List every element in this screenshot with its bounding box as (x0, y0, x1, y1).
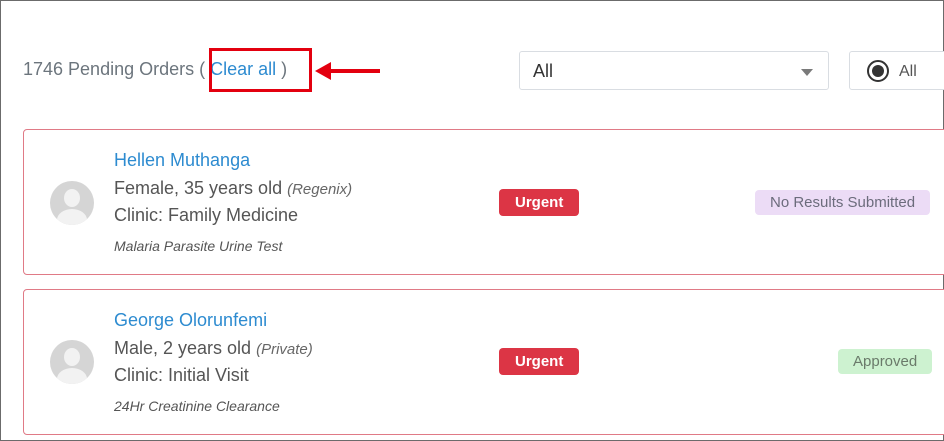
patient-demographics: Male, 2 years old (Private) (114, 338, 313, 359)
status-badge: Approved (838, 349, 933, 374)
priority-badge: Urgent (499, 348, 580, 375)
patient-demographics: Female, 35 years old (Regenix) (114, 178, 352, 199)
test-name: Malaria Parasite Urine Test (114, 238, 283, 254)
avatar (50, 340, 94, 384)
demographics-text: Female, 35 years old (114, 178, 283, 198)
status-badge: No Results Submitted (755, 190, 931, 215)
demographics-text: Male, 2 years old (114, 338, 252, 358)
pointer-arrow-icon (315, 62, 380, 80)
order-card[interactable]: Hellen Muthanga Female, 35 years old (Re… (23, 129, 944, 275)
pending-orders-count: 1746 Pending Orders ( (23, 59, 206, 79)
clinic-text: Clinic: Family Medicine (114, 205, 299, 225)
patient-name-link[interactable]: Hellen Muthanga (114, 150, 250, 171)
clinic-text: Clinic: Initial Visit (114, 365, 249, 385)
avatar-body-icon (57, 209, 87, 225)
chevron-down-icon (801, 69, 813, 76)
priority-filter-radio[interactable]: All (849, 51, 944, 90)
radio-label: All (899, 63, 917, 80)
avatar-head-icon (64, 348, 80, 366)
status-filter-select[interactable]: All (519, 51, 829, 90)
radio-selected-icon[interactable] (867, 60, 889, 82)
order-card[interactable]: George Olorunfemi Male, 2 years old (Pri… (23, 289, 944, 435)
status-filter-value: All (533, 61, 554, 81)
clear-all-highlight-box (209, 48, 312, 92)
avatar-body-icon (57, 368, 87, 384)
test-name: 24Hr Creatinine Clearance (114, 398, 280, 414)
avatar-head-icon (64, 189, 80, 207)
insurer-text: (Private) (256, 341, 313, 358)
insurer-text: (Regenix) (287, 181, 353, 198)
avatar (50, 181, 94, 225)
patient-name-link[interactable]: George Olorunfemi (114, 310, 267, 331)
priority-badge: Urgent (499, 189, 580, 216)
